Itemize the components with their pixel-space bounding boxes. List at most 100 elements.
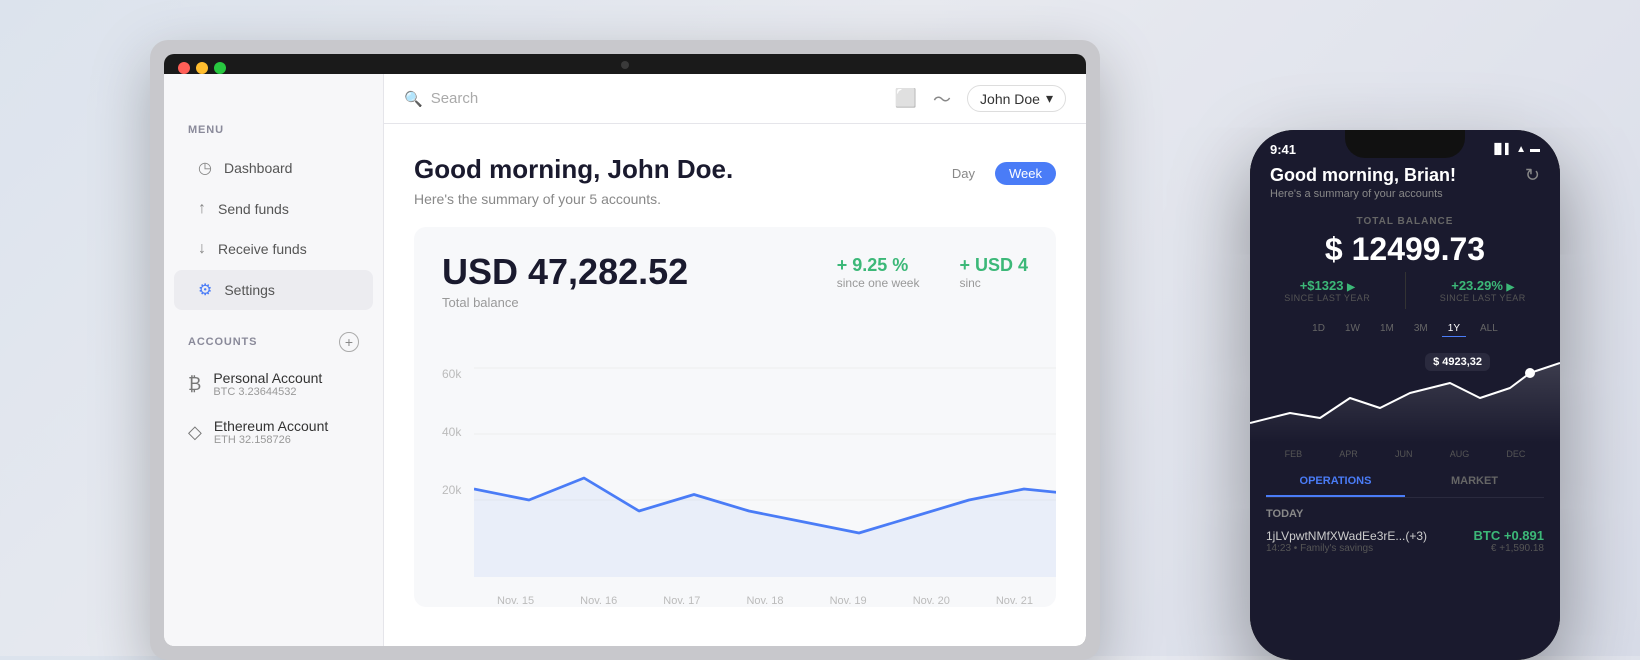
- maximize-button[interactable]: [214, 62, 226, 74]
- tx-left: 1jLVpwtNMfXWadEe3rE...(+3) 14:23 • Famil…: [1266, 529, 1427, 554]
- greeting-sub: Here's the summary of your 5 accounts.: [414, 191, 733, 207]
- minimize-button[interactable]: [196, 62, 208, 74]
- activity-icon[interactable]: 〜: [933, 86, 951, 112]
- close-button[interactable]: [178, 62, 190, 74]
- chart-y-label: 20k: [442, 483, 461, 497]
- phone-tabs: OPERATIONS MARKET: [1266, 467, 1544, 498]
- transaction-item[interactable]: 1jLVpwtNMfXWadEe3rE...(+3) 14:23 • Famil…: [1266, 528, 1544, 554]
- clock-icon: ◷: [198, 158, 212, 178]
- change1-col: +$1323 ▶ SINCE LAST YEAR: [1250, 272, 1406, 309]
- phone-chart-x: FEB APR JUN AUG DEC: [1250, 449, 1560, 459]
- period-all[interactable]: ALL: [1474, 321, 1504, 337]
- chart-x-label: Nov. 17: [663, 595, 700, 607]
- sidebar-item-receive[interactable]: ↓ Receive funds: [174, 230, 373, 268]
- stat1-label: since one week: [837, 276, 920, 290]
- change2-value: +23.29% ▶: [1406, 278, 1561, 293]
- add-account-button[interactable]: +: [339, 332, 359, 352]
- phone: 9:41 ▐▌▌ ▲ ▬ Good morning, Brian! Here's…: [1250, 130, 1560, 660]
- screen-bezel: MENU ◷ Dashboard ↑ Send funds ↓ Receive …: [164, 54, 1086, 646]
- chevron-down-icon: ▾: [1046, 90, 1053, 107]
- search-placeholder[interactable]: Search: [431, 90, 479, 107]
- period-week-button[interactable]: Week: [995, 162, 1056, 185]
- diamond-icon: ◇: [188, 422, 202, 443]
- laptop-screen: MENU ◷ Dashboard ↑ Send funds ↓ Receive …: [164, 74, 1086, 646]
- period-1m[interactable]: 1M: [1374, 321, 1400, 337]
- phone-notch: [1345, 130, 1465, 158]
- chart-y-label: 40k: [442, 425, 461, 439]
- phone-chart: $ 4923,32: [1250, 343, 1560, 443]
- sidebar-item-dashboard[interactable]: ◷ Dashboard: [174, 148, 373, 188]
- down-arrow-icon: ↓: [198, 240, 206, 258]
- status-icons: ▐▌▌ ▲ ▬: [1491, 144, 1540, 155]
- balance-amount: USD 47,282.52: [442, 251, 688, 293]
- x-label-jun: JUN: [1395, 449, 1413, 459]
- period-1d[interactable]: 1D: [1306, 321, 1331, 337]
- up-arrow-icon: ↑: [198, 200, 206, 218]
- signal-icon: ▐▌▌: [1491, 144, 1512, 155]
- menu-label: MENU: [164, 124, 383, 136]
- main-content: 🔍 Search ⬜ 〜 John Doe ▾: [384, 74, 1086, 646]
- tab-market[interactable]: MARKET: [1405, 467, 1544, 497]
- sidebar: MENU ◷ Dashboard ↑ Send funds ↓ Receive …: [164, 74, 384, 646]
- sidebar-item-label: Receive funds: [218, 241, 307, 257]
- account-info: Ethereum Account ETH 32.158726: [214, 418, 328, 446]
- gear-icon: ⚙: [198, 280, 212, 300]
- phone-header: Good morning, Brian! Here's a summary of…: [1250, 157, 1560, 212]
- topbar: 🔍 Search ⬜ 〜 John Doe ▾: [384, 74, 1086, 124]
- stat2-label: sinc: [959, 276, 1028, 290]
- balance-label: Total balance: [442, 295, 688, 310]
- chart-x-label: Nov. 21: [996, 595, 1033, 607]
- tx-right: BTC +0.891 € +1,590.18: [1474, 528, 1544, 554]
- chart-x-label: Nov. 16: [580, 595, 617, 607]
- stat2-value: + USD 4: [959, 255, 1028, 276]
- chart-x-label: Nov. 20: [913, 595, 950, 607]
- period-1w[interactable]: 1W: [1339, 321, 1366, 337]
- period-day-button[interactable]: Day: [938, 162, 989, 185]
- balance-card: USD 47,282.52 Total balance + 9.25 % sin…: [414, 227, 1056, 607]
- period-3m[interactable]: 3M: [1408, 321, 1434, 337]
- x-label-aug: AUG: [1450, 449, 1470, 459]
- phone-period-row: 1D 1W 1M 3M 1Y ALL: [1250, 321, 1560, 337]
- user-menu-button[interactable]: John Doe ▾: [967, 85, 1066, 112]
- chart-tooltip: $ 4923,32: [1425, 353, 1490, 371]
- account-personal[interactable]: ₿ Personal Account BTC 3.23644532: [164, 360, 383, 408]
- account-sub: BTC 3.23644532: [213, 386, 322, 398]
- tx-eur: € +1,590.18: [1474, 543, 1544, 554]
- sidebar-item-label: Send funds: [218, 201, 289, 217]
- today-label: TODAY: [1266, 508, 1544, 520]
- dashboard: Good morning, John Doe. Here's the summa…: [384, 124, 1086, 646]
- phone-greeting-sub: Here's a summary of your accounts: [1270, 188, 1456, 200]
- chart-x-label: Nov. 15: [497, 595, 534, 607]
- search-icon: 🔍: [404, 90, 423, 108]
- sidebar-item-send[interactable]: ↑ Send funds: [174, 190, 373, 228]
- period-1y[interactable]: 1Y: [1442, 321, 1466, 337]
- tab-operations[interactable]: OPERATIONS: [1266, 467, 1405, 497]
- refresh-icon[interactable]: ↻: [1525, 165, 1540, 186]
- sidebar-item-label: Dashboard: [224, 160, 293, 176]
- phone-screen: 9:41 ▐▌▌ ▲ ▬ Good morning, Brian! Here's…: [1250, 130, 1560, 660]
- chart-y-labels: 60k 40k 20k: [442, 367, 461, 497]
- chart-svg: [474, 357, 1056, 577]
- search-area: 🔍 Search: [404, 90, 879, 108]
- user-name: John Doe: [980, 91, 1040, 107]
- x-label-dec: DEC: [1506, 449, 1525, 459]
- chart-x-labels: Nov. 15 Nov. 16 Nov. 17 Nov. 18 Nov. 19 …: [474, 595, 1056, 607]
- change2-label: SINCE LAST YEAR: [1406, 293, 1561, 303]
- change1-value: +$1323 ▶: [1250, 278, 1405, 293]
- tx-amount: BTC +0.891: [1474, 528, 1544, 543]
- total-balance-amount: $ 12499.73: [1250, 231, 1560, 268]
- account-name: Personal Account: [213, 370, 322, 386]
- change1-label: SINCE LAST YEAR: [1250, 293, 1405, 303]
- phone-transactions: TODAY 1jLVpwtNMfXWadEe3rE...(+3) 14:23 •…: [1250, 498, 1560, 554]
- account-ethereum[interactable]: ◇ Ethereum Account ETH 32.158726: [164, 408, 383, 456]
- account-info: Personal Account BTC 3.23644532: [213, 370, 322, 398]
- chart-x-label: Nov. 18: [746, 595, 783, 607]
- sidebar-item-settings[interactable]: ⚙ Settings: [174, 270, 373, 310]
- camera: [621, 61, 629, 69]
- wifi-icon: ▲: [1516, 144, 1526, 155]
- account-sub: ETH 32.158726: [214, 434, 328, 446]
- chart-x-label: Nov. 19: [830, 595, 867, 607]
- copy-icon[interactable]: ⬜: [895, 88, 917, 109]
- sidebar-item-label: Settings: [224, 282, 275, 298]
- account-name: Ethereum Account: [214, 418, 328, 434]
